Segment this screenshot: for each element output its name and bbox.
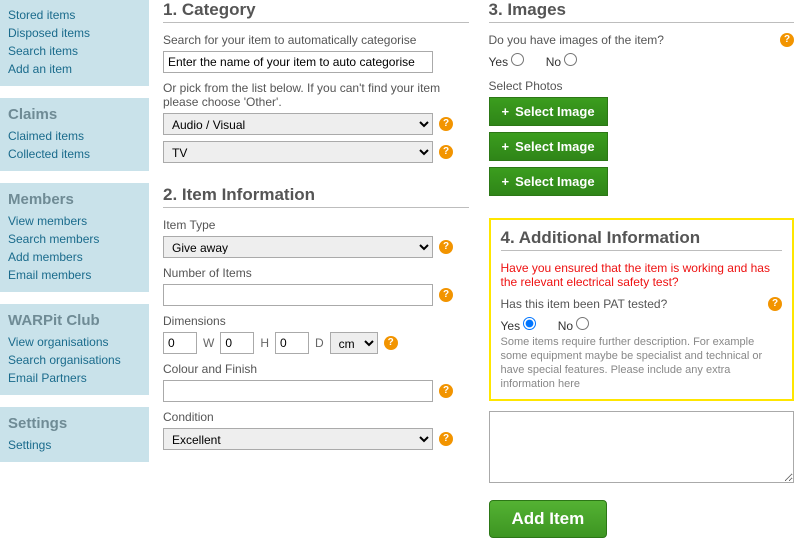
label-item-type: Item Type bbox=[163, 218, 469, 232]
sidebar-heading-members: Members bbox=[8, 191, 141, 208]
sidebar-search-items[interactable]: Search items bbox=[8, 42, 141, 60]
sidebar-heading-settings: Settings bbox=[8, 415, 141, 432]
sidebar-email-partners[interactable]: Email Partners bbox=[8, 369, 141, 387]
sidebar-view-members[interactable]: View members bbox=[8, 212, 141, 230]
heading-category: 1. Category bbox=[163, 0, 469, 23]
sidebar-search-orgs[interactable]: Search organisations bbox=[8, 351, 141, 369]
sidebar-group-claims: Claims Claimed items Collected items bbox=[0, 98, 149, 171]
sidebar-view-orgs[interactable]: View organisations bbox=[8, 333, 141, 351]
search-input[interactable] bbox=[163, 51, 433, 73]
label-w: W bbox=[203, 336, 214, 350]
label-dimensions: Dimensions bbox=[163, 314, 469, 328]
dim-d-input[interactable] bbox=[275, 332, 309, 354]
label-num-items: Number of Items bbox=[163, 266, 469, 280]
item-type-select[interactable]: Give away bbox=[163, 236, 433, 258]
label-h: H bbox=[260, 336, 269, 350]
dim-w-input[interactable] bbox=[163, 332, 197, 354]
dim-unit-select[interactable]: cm bbox=[330, 332, 378, 354]
sidebar-collected-items[interactable]: Collected items bbox=[8, 145, 141, 163]
pat-no-label: No bbox=[558, 319, 590, 333]
category-select-2[interactable]: TV bbox=[163, 141, 433, 163]
images-no-label: No bbox=[546, 55, 578, 69]
add-item-button[interactable]: Add Item bbox=[489, 500, 608, 538]
label-condition: Condition bbox=[163, 410, 469, 424]
sidebar-heading-claims: Claims bbox=[8, 106, 141, 123]
help-icon[interactable]: ? bbox=[780, 33, 794, 47]
pat-yes-radio[interactable] bbox=[523, 317, 536, 330]
sidebar-stored-items[interactable]: Stored items bbox=[8, 6, 141, 24]
sidebar-claimed-items[interactable]: Claimed items bbox=[8, 127, 141, 145]
help-icon[interactable]: ? bbox=[439, 432, 453, 446]
select-image-button-1[interactable]: +Select Image bbox=[489, 97, 608, 126]
category-select-1[interactable]: Audio / Visual bbox=[163, 113, 433, 135]
images-yes-radio[interactable] bbox=[511, 53, 524, 66]
sidebar-email-members[interactable]: Email members bbox=[8, 266, 141, 284]
additional-hint: Some items require further description. … bbox=[501, 335, 783, 391]
colour-input[interactable] bbox=[163, 380, 433, 402]
label-d: D bbox=[315, 336, 324, 350]
label-select-photos: Select Photos bbox=[489, 79, 795, 93]
select-image-button-2[interactable]: +Select Image bbox=[489, 132, 608, 161]
heading-images: 3. Images bbox=[489, 0, 795, 23]
help-icon[interactable]: ? bbox=[384, 336, 398, 350]
sidebar-group-warpit: WARPit Club View organisations Search or… bbox=[0, 304, 149, 395]
heading-item-info: 2. Item Information bbox=[163, 185, 469, 208]
sidebar-add-members[interactable]: Add members bbox=[8, 248, 141, 266]
heading-additional: 4. Additional Information bbox=[501, 228, 783, 251]
images-yes-label: Yes bbox=[489, 55, 525, 69]
help-icon[interactable]: ? bbox=[768, 297, 782, 311]
sidebar: Stored items Disposed items Search items… bbox=[0, 0, 149, 538]
plus-icon: + bbox=[502, 139, 510, 154]
plus-icon: + bbox=[502, 104, 510, 119]
plus-icon: + bbox=[502, 174, 510, 189]
sidebar-group-members: Members View members Search members Add … bbox=[0, 183, 149, 292]
label-or-pick: Or pick from the list below. If you can'… bbox=[163, 81, 469, 109]
label-colour: Colour and Finish bbox=[163, 362, 469, 376]
additional-info-textarea[interactable] bbox=[489, 411, 795, 483]
sidebar-group-items: Stored items Disposed items Search items… bbox=[0, 0, 149, 86]
help-icon[interactable]: ? bbox=[439, 240, 453, 254]
sidebar-group-settings: Settings Settings bbox=[0, 407, 149, 462]
sidebar-heading-warpit: WARPit Club bbox=[8, 312, 141, 329]
help-icon[interactable]: ? bbox=[439, 384, 453, 398]
help-icon[interactable]: ? bbox=[439, 145, 453, 159]
sidebar-add-item[interactable]: Add an item bbox=[8, 60, 141, 78]
sidebar-disposed-items[interactable]: Disposed items bbox=[8, 24, 141, 42]
pat-no-radio[interactable] bbox=[576, 317, 589, 330]
select-image-button-3[interactable]: +Select Image bbox=[489, 167, 608, 196]
help-icon[interactable]: ? bbox=[439, 288, 453, 302]
additional-info-highlight: 4. Additional Information Have you ensur… bbox=[489, 218, 795, 401]
help-icon[interactable]: ? bbox=[439, 117, 453, 131]
pat-yes-label: Yes bbox=[501, 319, 537, 333]
dim-h-input[interactable] bbox=[220, 332, 254, 354]
label-pat-tested: Has this item been PAT tested? bbox=[501, 297, 668, 311]
sidebar-search-members[interactable]: Search members bbox=[8, 230, 141, 248]
condition-select[interactable]: Excellent bbox=[163, 428, 433, 450]
warning-text: Have you ensured that the item is workin… bbox=[501, 261, 783, 289]
num-items-input[interactable] bbox=[163, 284, 433, 306]
label-have-images: Do you have images of the item? bbox=[489, 33, 664, 47]
images-no-radio[interactable] bbox=[564, 53, 577, 66]
label-search: Search for your item to automatically ca… bbox=[163, 33, 469, 47]
sidebar-settings[interactable]: Settings bbox=[8, 436, 141, 454]
